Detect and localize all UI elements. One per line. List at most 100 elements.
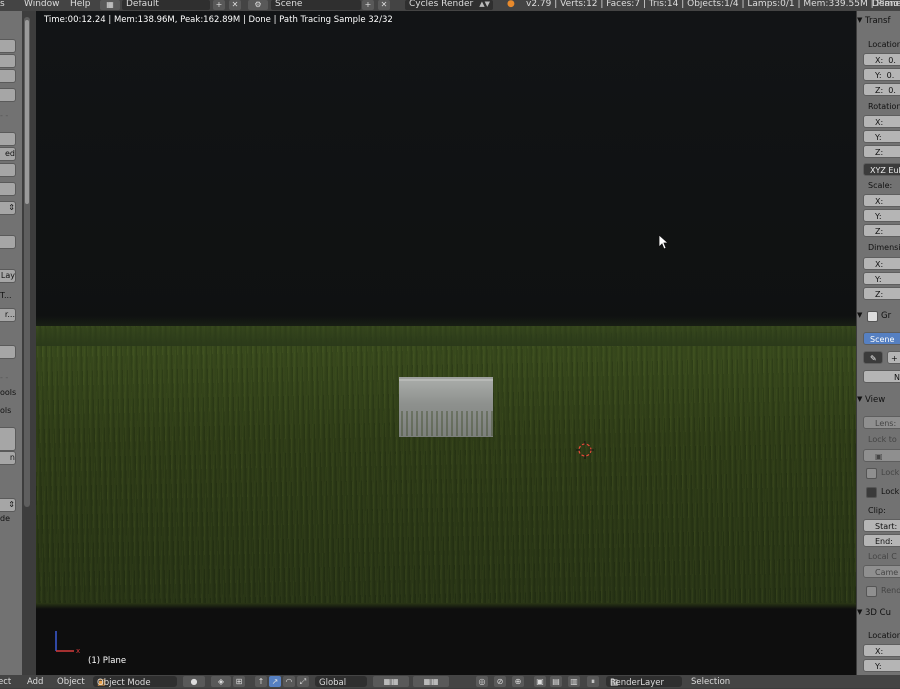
mouse-pointer-icon — [658, 234, 670, 250]
dropdown-arrow-icon: ▲▼ — [479, 0, 490, 8]
render-sky — [36, 11, 856, 331]
tool-button[interactable] — [0, 235, 16, 249]
pivot-point-icon[interactable]: ◈ — [211, 676, 231, 687]
tool-button[interactable] — [0, 54, 16, 68]
grease-pencil-header[interactable]: Gr — [881, 311, 891, 321]
scene-icon[interactable]: ⚙ — [248, 0, 268, 10]
render-engine-dropdown[interactable]: Cycles Render ▲▼ — [405, 0, 493, 10]
clip-start-field[interactable]: Start: — [863, 519, 900, 532]
local-camera-label: Local C — [868, 552, 897, 561]
scale-z-field[interactable]: Z: — [863, 224, 900, 237]
menu-select[interactable]: ect — [0, 677, 11, 687]
cursor-x-field[interactable]: X: — [863, 644, 900, 657]
delete-screen-icon[interactable]: ✕ — [229, 0, 241, 10]
lock-checkbox[interactable] — [866, 468, 877, 479]
tool-button[interactable] — [0, 182, 16, 196]
location-x-field[interactable]: X: 0. — [863, 53, 900, 66]
mode-dropdown[interactable]: ▣ Object Mode — [93, 676, 177, 688]
rotation-z-field[interactable]: Z: — [863, 145, 900, 158]
selection-label[interactable]: Selection — [691, 677, 730, 687]
rotation-mode-dropdown[interactable]: XYZ Eule — [863, 163, 900, 176]
collapse-arrow-icon[interactable]: ▼ — [857, 395, 862, 403]
cursor-y-field[interactable]: Y: — [863, 659, 900, 672]
shelf-divider: - - — [0, 373, 9, 382]
3d-viewport[interactable]: Time:00:12.24 | Mem:138.96M, Peak:162.89… — [36, 11, 856, 675]
viewport-shading-icon[interactable]: ● — [183, 676, 205, 687]
tool-button[interactable] — [0, 132, 16, 146]
menu-help[interactable]: Help — [70, 0, 91, 9]
collapse-arrow-icon[interactable]: ▼ — [857, 311, 862, 319]
add-layer-icon[interactable]: + — [887, 351, 900, 364]
render-border-checkbox[interactable] — [866, 586, 877, 597]
new-button[interactable]: N — [863, 370, 900, 383]
dimensions-x-field[interactable]: X: — [863, 257, 900, 270]
layers-grid-icon[interactable]: ▦▦ — [373, 676, 409, 687]
snap-icon[interactable]: ⊘ — [494, 676, 506, 687]
tool-button[interactable] — [0, 163, 16, 177]
screen-layout-icon[interactable]: ▦ — [100, 0, 120, 10]
scene-stats: v2.79 | Verts:12 | Faces:7 | Tris:14 | O… — [526, 0, 900, 9]
menu-object[interactable]: Object — [57, 677, 85, 687]
tool-panel-box[interactable] — [0, 427, 16, 451]
tool-button[interactable]: n — [0, 451, 16, 465]
scene-dropdown[interactable]: Scene — [271, 0, 361, 10]
menu-add[interactable]: Add — [27, 677, 43, 687]
translate-manipulator-icon[interactable]: ↑ — [255, 676, 267, 687]
location-z-field[interactable]: Z: 0. — [863, 83, 900, 96]
location-y-field[interactable]: Y: 0. — [863, 68, 900, 81]
rotation-x-field[interactable]: X: — [863, 115, 900, 128]
lock-object-field[interactable]: ▣ — [863, 449, 900, 462]
rotate-icon[interactable]: ◠ — [283, 676, 295, 687]
film-icon[interactable]: ▥ — [568, 676, 580, 687]
pause-icon[interactable]: ⏸ — [587, 676, 599, 687]
shelf-tab-tools[interactable]: ools — [0, 388, 16, 397]
grease-pencil-checkbox[interactable] — [867, 311, 878, 322]
lens-field[interactable]: Lens: — [863, 416, 900, 429]
camera-field[interactable]: Came — [863, 565, 900, 578]
shelf-scrollbar-thumb[interactable] — [25, 20, 29, 204]
top-info-header: s Window Help ▦ Default + ✕ ⚙ Scene + ✕ … — [0, 0, 900, 11]
rotation-y-field[interactable]: Y: — [863, 130, 900, 143]
tool-button[interactable]: r... — [0, 308, 16, 322]
dimensions-z-field[interactable]: Z: — [863, 287, 900, 300]
clip-end-field[interactable]: End: — [863, 534, 900, 547]
tool-button[interactable]: ed — [0, 147, 16, 161]
collapse-arrow-icon[interactable]: ▼ — [857, 16, 862, 24]
render-preview-icon[interactable]: ▣ — [534, 676, 546, 687]
transform-header[interactable]: Transf — [865, 16, 890, 26]
proportional-edit-icon[interactable]: ◎ — [476, 676, 488, 687]
scale-icon[interactable]: ⤢ — [297, 676, 309, 687]
camera-icon[interactable]: ▤ — [550, 676, 562, 687]
manipulator-icon[interactable]: ⊞ — [233, 676, 245, 687]
user-label: Demo — [872, 0, 899, 9]
menu-window[interactable]: Window — [24, 0, 60, 9]
lock-camera-checkbox[interactable] — [866, 487, 877, 498]
tool-button[interactable] — [0, 39, 16, 53]
menu-file-fragment[interactable]: s — [0, 0, 5, 9]
tool-stepper[interactable]: ⇕ — [0, 201, 16, 215]
3d-cursor-icon[interactable] — [576, 441, 594, 459]
screen-layout-dropdown[interactable]: Default — [122, 0, 210, 10]
rotate-manipulator-icon[interactable]: ↗ — [269, 676, 281, 687]
render-layer-dropdown[interactable]: ▤ RenderLayer — [606, 676, 682, 688]
tool-button[interactable] — [0, 69, 16, 83]
add-screen-icon[interactable]: + — [213, 0, 225, 10]
tool-button[interactable] — [0, 345, 16, 359]
collapse-arrow-icon[interactable]: ▼ — [857, 608, 862, 616]
layers-grid-icon[interactable]: ▦▦ — [413, 676, 449, 687]
viewport-header: ect Add Object ▣ Object Mode ● ◈ ⊞ ↑ ↗ ◠… — [0, 675, 900, 688]
orientation-dropdown[interactable]: Global — [315, 676, 367, 688]
tool-button[interactable] — [0, 88, 16, 102]
dimensions-y-field[interactable]: Y: — [863, 272, 900, 285]
delete-scene-icon[interactable]: ✕ — [378, 0, 390, 10]
add-scene-icon[interactable]: + — [362, 0, 374, 10]
scale-y-field[interactable]: Y: — [863, 209, 900, 222]
3d-cursor-header[interactable]: 3D Cu — [865, 608, 891, 618]
pencil-brush-icon[interactable]: ✎ — [863, 351, 883, 364]
layer-button[interactable]: Lay — [0, 269, 16, 283]
view-header[interactable]: View — [865, 395, 885, 405]
scale-x-field[interactable]: X: — [863, 194, 900, 207]
snap-target-icon[interactable]: ⊕ — [512, 676, 524, 687]
tool-stepper[interactable]: ⇕ — [0, 498, 16, 512]
scene-source-button[interactable]: Scene — [863, 332, 900, 345]
